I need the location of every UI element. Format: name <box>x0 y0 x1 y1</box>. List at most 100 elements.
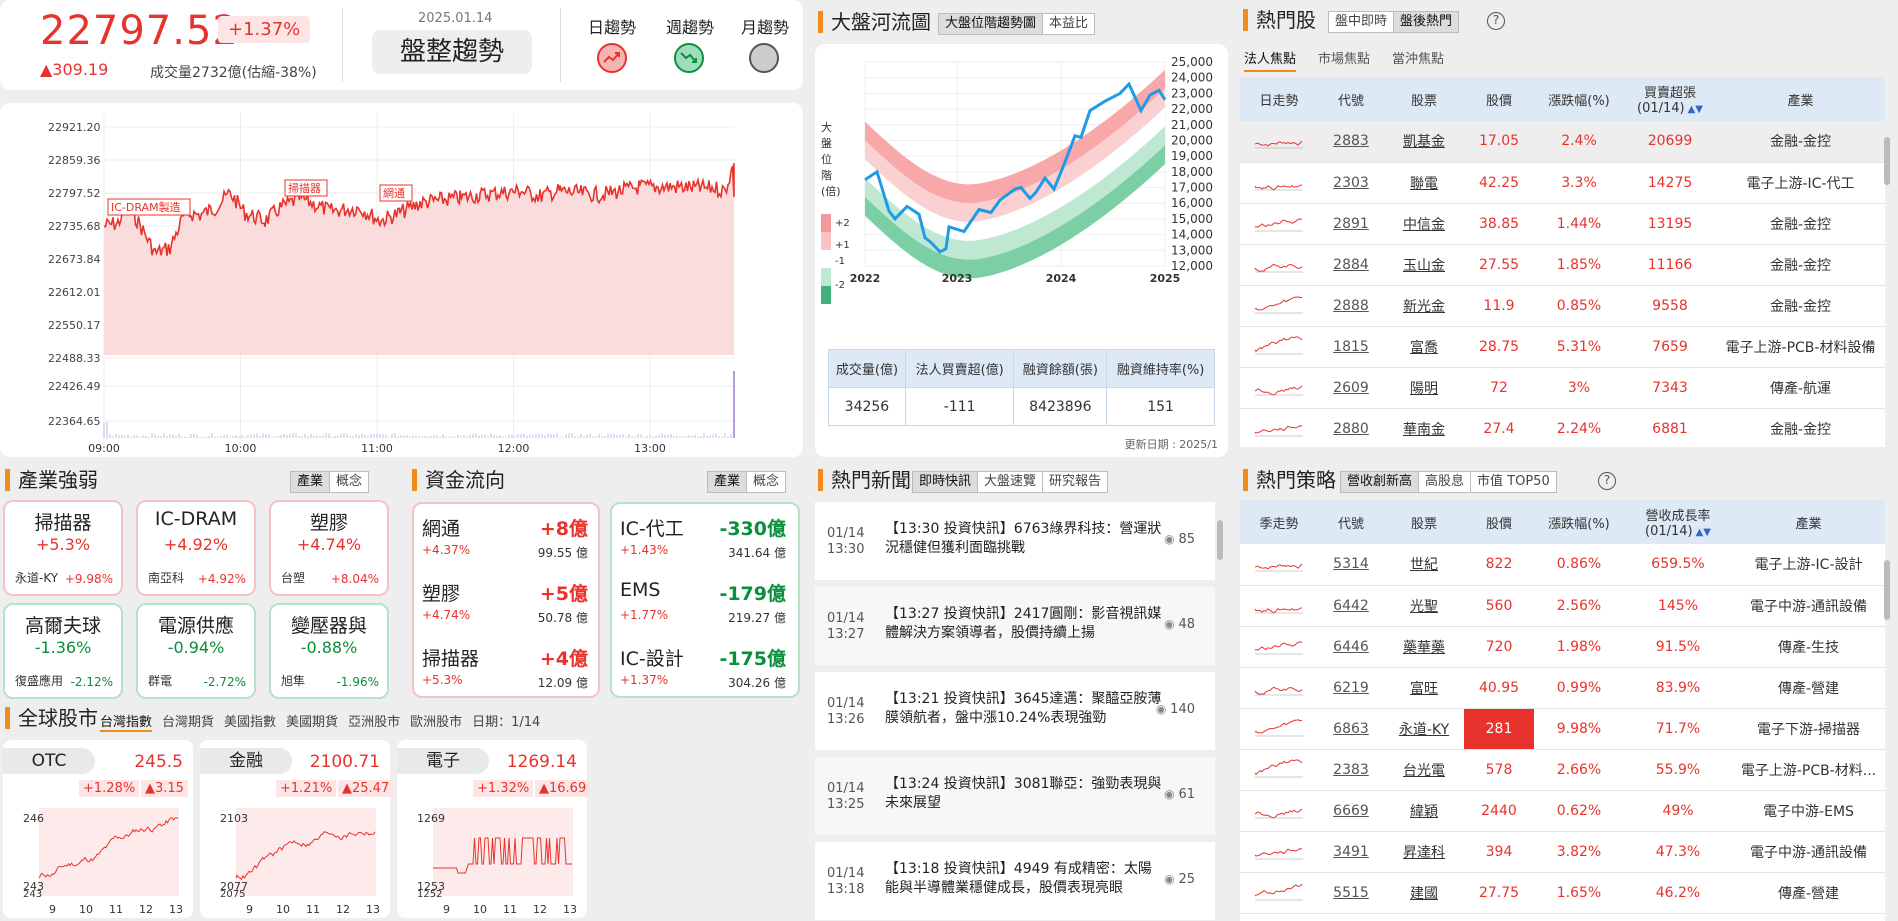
table-row[interactable]: 5515 建國 27.75 1.65% 46.2% 傳產-營建 <box>1240 872 1885 914</box>
stock-name[interactable]: 富旺 <box>1384 667 1464 709</box>
table-row[interactable]: 2891 中信金 38.85 1.44% 13195 金融-金控 <box>1240 203 1885 245</box>
sort-icon[interactable]: ▲▼ <box>1696 527 1711 538</box>
table-row[interactable]: 2383 台光電 578 2.66% 55.9% 電子上游-PCB-材料... <box>1240 749 1885 791</box>
table-row[interactable]: 6446 藥華藥 720 1.98% 91.5% 傳產-生技 <box>1240 626 1885 668</box>
stock-code[interactable]: 2891 <box>1318 203 1384 245</box>
stock-code[interactable]: 6219 <box>1318 667 1384 709</box>
news-scrollbar[interactable] <box>1217 520 1223 560</box>
tab-flow-concept[interactable]: 概念 <box>747 472 785 492</box>
tab-hot-after[interactable]: 盤後熱門 <box>1394 12 1459 32</box>
flow-item[interactable]: IC-設計 -175億 +1.37% 304.26 億 <box>610 638 798 696</box>
stock-code[interactable]: 6446 <box>1318 626 1384 668</box>
tab-concept[interactable]: 概念 <box>330 472 368 492</box>
industry-card[interactable]: 高爾夫球 -1.36% 復盛應用 -2.12% <box>3 603 123 699</box>
table-row[interactable]: 6442 光聖 560 2.56% 145% 電子中游-通訊設備 <box>1240 585 1885 627</box>
flow-item[interactable]: IC-代工 -330億 +1.43% 341.64 億 <box>610 508 798 566</box>
down-trend-icon[interactable] <box>673 42 705 74</box>
tab-news-market[interactable]: 大盤速覽 <box>978 472 1044 492</box>
news-title[interactable]: 【13:18 投資快訊】4949 有成精密：太陽能與半導體業穩健成長，股價表現亮… <box>885 860 1163 898</box>
stock-code[interactable]: 5515 <box>1318 872 1384 914</box>
stock-name[interactable]: 永道-KY <box>1384 708 1464 750</box>
stock-code[interactable]: 2883 <box>1318 121 1384 163</box>
tab-river-level[interactable]: 大盤位階趨勢圖 <box>939 14 1044 34</box>
tab-hot-intraday[interactable]: 盤中即時 <box>1329 12 1395 32</box>
industry-card[interactable]: 電源供應 -0.94% 群電 -2.72% <box>136 603 256 699</box>
table-row[interactable]: 6863 永道-KY 281 9.98% 71.7% 電子下游-掃描器 <box>1240 708 1885 750</box>
industry-card[interactable]: 掃描器 +5.3% 永道-KY +9.98% <box>3 500 123 596</box>
stock-code[interactable]: 6669 <box>1318 790 1384 832</box>
table-row[interactable]: 2888 新光金 11.9 0.85% 9558 金融-金控 <box>1240 285 1885 327</box>
news-item[interactable]: 01/14 13:25 【13:24 投資快訊】3081聯亞：強勁表現與未來展望 ◉ … <box>815 757 1215 835</box>
strategy-scrollbar[interactable] <box>1884 560 1890 620</box>
stock-name[interactable]: 凱基金 <box>1384 121 1464 163</box>
table-row[interactable]: 2303 聯電 42.25 3.3% 14275 電子上游-IC-代工 <box>1240 162 1885 204</box>
global-index-card[interactable]: 金融 2100.71 +1.21% ▲25.47 2103 2077 2075 9 10 11 12… <box>200 740 394 918</box>
stock-name[interactable]: 聯電 <box>1384 162 1464 204</box>
news-title[interactable]: 【13:24 投資快訊】3081聯亞：強勁表現與未來展望 <box>885 775 1163 813</box>
stock-code[interactable]: 3491 <box>1318 831 1384 873</box>
tab-asia[interactable]: 亞洲股市 <box>348 711 400 732</box>
tab-flow-industry[interactable]: 產業 <box>708 472 748 492</box>
flow-item[interactable]: 網通 +8億 +4.37% 99.55 億 <box>412 508 600 566</box>
tab-revenue-high[interactable]: 營收創新高 <box>1341 472 1420 492</box>
industry-card[interactable]: IC-DRAM +4.92% 南亞科 +4.92% <box>136 500 256 596</box>
table-row[interactable]: 6219 富旺 40.95 0.99% 83.9% 傳產-營建 <box>1240 667 1885 709</box>
table-header[interactable]: 買賣超張(01/14) ▲▼ <box>1624 77 1716 121</box>
stock-name[interactable]: 中信金 <box>1384 203 1464 245</box>
table-row[interactable]: 2884 玉山金 27.55 1.85% 11166 金融-金控 <box>1240 244 1885 286</box>
flow-item[interactable]: EMS -179億 +1.77% 219.27 億 <box>610 573 798 631</box>
news-title[interactable]: 【13:30 投資快訊】6763綠界科技：營運狀況穩健但獲利面臨挑戰 <box>885 520 1163 558</box>
news-item[interactable]: 01/14 13:26 【13:21 投資快訊】3645達邁：聚醯亞胺薄膜領航者，盤… <box>815 672 1215 750</box>
tab-industry[interactable]: 產業 <box>291 472 331 492</box>
table-row[interactable]: 3491 昇達科 394 3.82% 47.3% 電子中游-通訊設備 <box>1240 831 1885 873</box>
stock-name[interactable]: 世紀 <box>1384 544 1464 586</box>
help-icon[interactable]: ? <box>1487 12 1505 30</box>
flow-item[interactable]: 塑膠 +5億 +4.74% 50.78 億 <box>412 573 600 631</box>
stock-code[interactable]: 2884 <box>1318 244 1384 286</box>
stock-name[interactable]: 台光電 <box>1384 749 1464 791</box>
tab-tw-index[interactable]: 台灣指數 <box>100 711 153 732</box>
stock-name[interactable]: 華南金 <box>1384 408 1464 447</box>
neutral-trend-icon[interactable] <box>748 42 780 74</box>
stock-code[interactable]: 5314 <box>1318 544 1384 586</box>
tab-high-dividend[interactable]: 高股息 <box>1419 472 1472 492</box>
stock-name[interactable]: 昇達科 <box>1384 831 1464 873</box>
stock-name[interactable]: 緯穎 <box>1384 790 1464 832</box>
stock-code[interactable]: 2383 <box>1318 749 1384 791</box>
stock-name[interactable]: 陽明 <box>1384 367 1464 409</box>
table-header[interactable]: 營收成長率(01/14) ▲▼ <box>1624 500 1732 544</box>
news-title[interactable]: 【13:27 投資快訊】2417圓剛：影音視訊媒體解決方案領導者，股價持續上揚 <box>885 605 1163 643</box>
stock-code[interactable]: 6442 <box>1318 585 1384 627</box>
industry-card[interactable]: 塑膠 +4.74% 台塑 +8.04% <box>269 500 389 596</box>
stock-code[interactable]: 6863 <box>1318 708 1384 750</box>
news-item[interactable]: 01/14 13:18 【13:18 投資快訊】4949 有成精密：太陽能與半導體業… <box>815 842 1215 920</box>
stock-name[interactable]: 富喬 <box>1384 326 1464 368</box>
tab-news-report[interactable]: 研究報告 <box>1043 472 1107 492</box>
tab-us-futures[interactable]: 美國期貨 <box>286 711 338 732</box>
table-row[interactable]: 6669 緯穎 2440 0.62% 49% 電子中游-EMS <box>1240 790 1885 832</box>
stock-code[interactable]: 1815 <box>1318 326 1384 368</box>
subtab-market[interactable]: 市場焦點 <box>1318 48 1370 72</box>
stock-name[interactable]: 新光金 <box>1384 285 1464 327</box>
news-title[interactable]: 【13:21 投資快訊】3645達邁：聚醯亞胺薄膜領航者，盤中漲10.24%表現… <box>885 690 1163 728</box>
table-row[interactable]: 2609 陽明 72 3% 7343 傳產-航運 <box>1240 367 1885 409</box>
table-row[interactable]: 1815 富喬 28.75 5.31% 7659 電子上游-PCB-材料設備 <box>1240 326 1885 368</box>
industry-card[interactable]: 變壓器與 -0.88% 旭隼 -1.96% <box>269 603 389 699</box>
stock-code[interactable]: 2609 <box>1318 367 1384 409</box>
tab-us-index[interactable]: 美國指數 <box>224 711 276 732</box>
tab-europe[interactable]: 歐洲股市 <box>410 711 462 732</box>
global-index-card[interactable]: 電子 1269.14 +1.32% ▲16.69 1269 1253 1252 9 10 11 12… <box>397 740 591 918</box>
global-index-card[interactable]: OTC 245.5 +1.28% ▲3.15 246 243 243 9 10 11 12 13 <box>3 740 193 918</box>
help-icon[interactable]: ? <box>1598 472 1616 490</box>
table-row[interactable]: 2880 華南金 27.4 2.24% 6881 金融-金控 <box>1240 408 1885 447</box>
tab-river-pe[interactable]: 本益比 <box>1043 14 1094 34</box>
tab-top50[interactable]: 市值 TOP50 <box>1471 472 1556 492</box>
stock-code[interactable]: 2880 <box>1318 408 1384 447</box>
stock-name[interactable]: 藥華藥 <box>1384 626 1464 668</box>
table-row[interactable]: 2883 凱基金 17.05 2.4% 20699 金融-金控 <box>1240 121 1885 163</box>
stock-code[interactable]: 2888 <box>1318 285 1384 327</box>
table-row[interactable]: 5314 世紀 822 0.86% 659.5% 電子上游-IC-設計 <box>1240 544 1885 586</box>
subtab-daytrade[interactable]: 當沖焦點 <box>1392 48 1444 72</box>
stock-name[interactable]: 玉山金 <box>1384 244 1464 286</box>
tab-news-flash[interactable]: 即時快訊 <box>913 472 979 492</box>
